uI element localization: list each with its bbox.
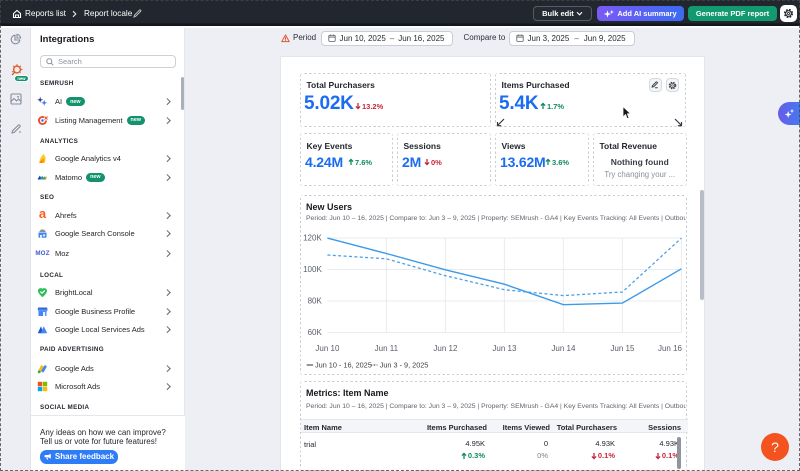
svg-text:100K: 100K (303, 265, 322, 274)
svg-text:120K: 120K (303, 234, 322, 243)
svg-text:80K: 80K (308, 297, 323, 306)
svg-text:Jun 10: Jun 10 (315, 344, 340, 353)
svg-text:Jun 14: Jun 14 (551, 344, 576, 353)
svg-text:Jun 3 - 9, 2025: Jun 3 - 9, 2025 (380, 361, 429, 370)
svg-text:60K: 60K (308, 328, 323, 337)
svg-text:Jun 16: Jun 16 (658, 344, 683, 353)
svg-text:Jun 15: Jun 15 (610, 344, 635, 353)
svg-text:Jun 13: Jun 13 (492, 344, 517, 353)
svg-text:Jun 11: Jun 11 (375, 344, 399, 353)
svg-text:Jun 10 - 16, 2025: Jun 10 - 16, 2025 (315, 361, 372, 370)
svg-text:Jun 12: Jun 12 (433, 344, 458, 353)
